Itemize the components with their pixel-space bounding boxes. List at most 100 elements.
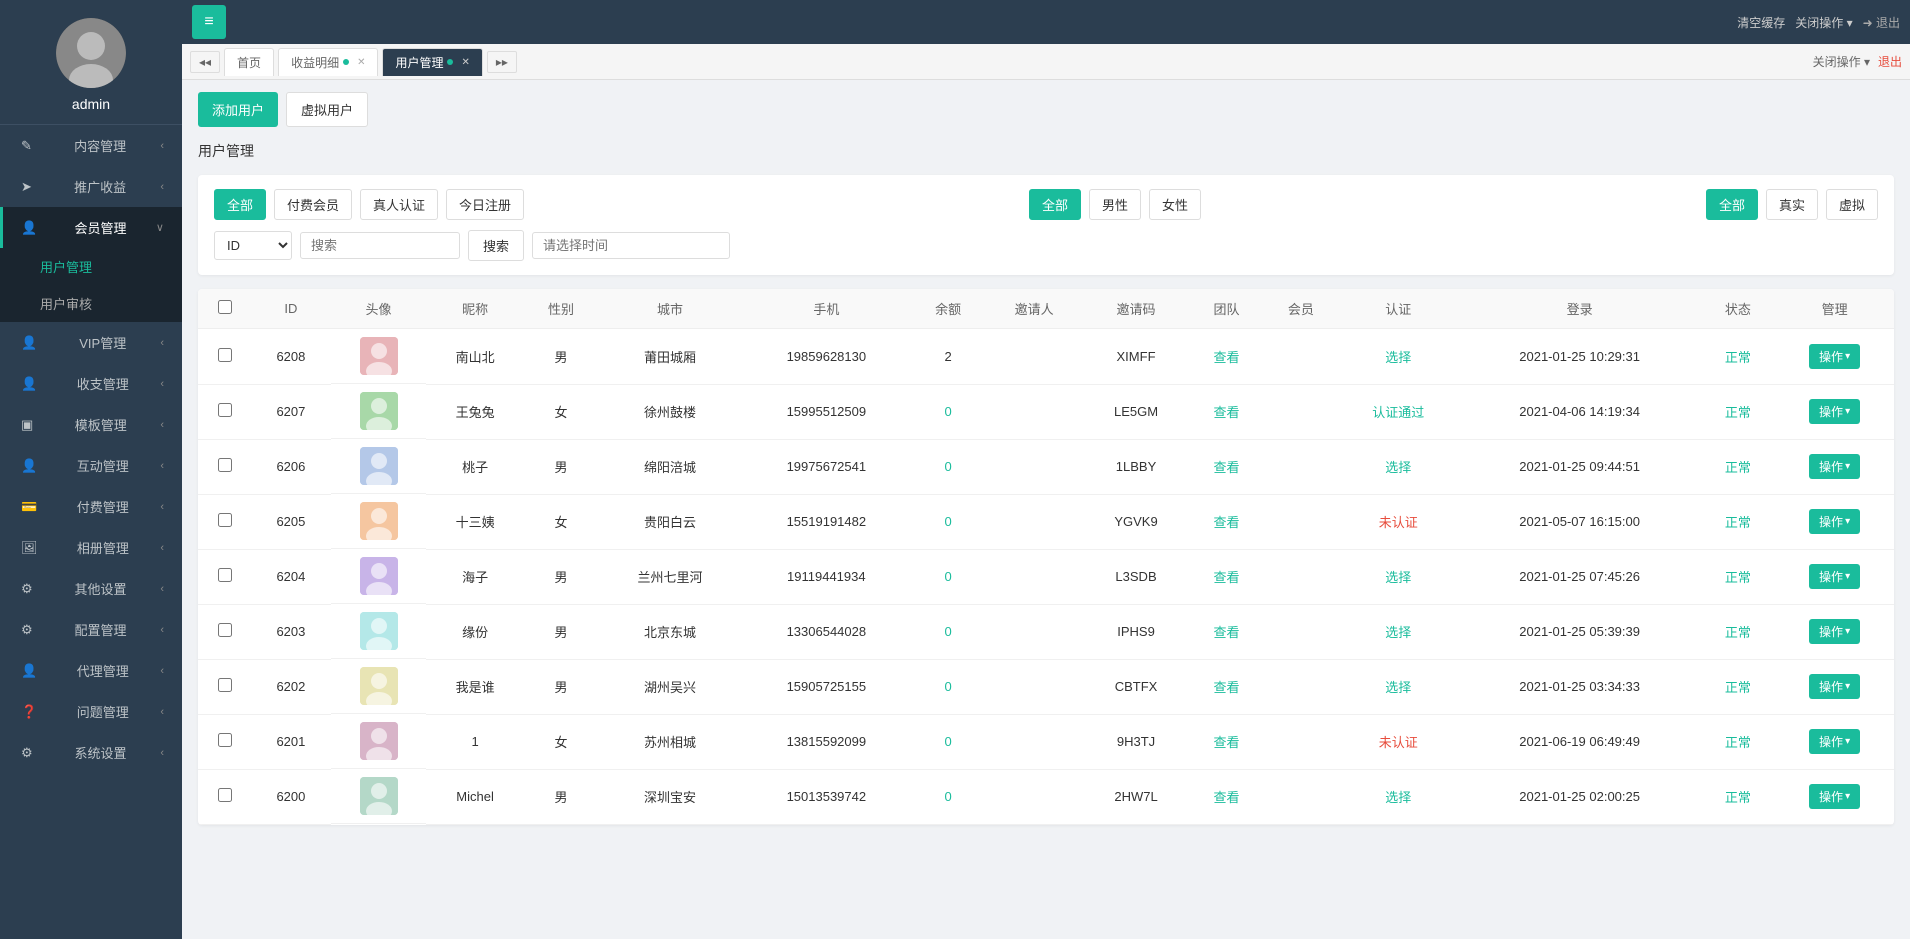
menu-toggle-button[interactable]: ≡ [192, 5, 226, 39]
op-button-6208[interactable]: 操作▾ [1809, 344, 1860, 369]
cell-gender-6207: 女 [524, 384, 598, 439]
tab-prev-button[interactable]: ◂◂ [190, 51, 220, 73]
tab-home[interactable]: 首页 [224, 48, 274, 76]
search-input[interactable] [300, 232, 460, 259]
team-view-6200[interactable]: 查看 [1213, 790, 1239, 805]
cert-select-6202[interactable]: 选择 [1385, 680, 1411, 695]
tab-income[interactable]: 收益明细 ✕ [278, 48, 378, 76]
tabbar-close-ops-button[interactable]: 关闭操作 ▾ [1813, 53, 1870, 70]
close-ops-button[interactable]: 关闭操作 ▾ [1795, 14, 1852, 31]
row-checkbox-6205[interactable] [218, 513, 232, 527]
sidebar-item-interact[interactable]: 👤 互动管理 ‹ [0, 445, 182, 486]
avatar [56, 18, 126, 88]
cell-team-6203: 查看 [1189, 604, 1263, 659]
row-checkbox-6200[interactable] [218, 788, 232, 802]
virtual-user-button[interactable]: 虚拟用户 [286, 92, 368, 127]
op-button-6204[interactable]: 操作▾ [1809, 564, 1860, 589]
row-checkbox-6206[interactable] [218, 458, 232, 472]
sidebar-item-finance[interactable]: 👤 收支管理 ‹ [0, 363, 182, 404]
op-button-6202[interactable]: 操作▾ [1809, 674, 1860, 699]
sidebar-item-agent[interactable]: 👤 代理管理 ‹ [0, 650, 182, 691]
tab-income-label: 收益明细 [291, 54, 339, 71]
tab-next-button[interactable]: ▸▸ [487, 51, 517, 73]
filter-male-btn[interactable]: 男性 [1089, 189, 1141, 220]
cert-select-6208[interactable]: 选择 [1385, 350, 1411, 365]
sidebar-item-content[interactable]: ✎ 内容管理 ‹ [0, 125, 182, 166]
op-button-6206[interactable]: 操作▾ [1809, 454, 1860, 479]
row-checkbox-6204[interactable] [218, 568, 232, 582]
sidebar-item-system[interactable]: ⚙ 系统设置 ‹ [0, 732, 182, 773]
team-view-6208[interactable]: 查看 [1213, 350, 1239, 365]
cell-cert-6203[interactable]: 选择 [1338, 604, 1458, 659]
team-view-6201[interactable]: 查看 [1213, 735, 1239, 750]
sidebar-item-payment[interactable]: 💳 付费管理 ‹ [0, 486, 182, 527]
op-button-6207[interactable]: 操作▾ [1809, 399, 1860, 424]
row-checkbox-6201[interactable] [218, 733, 232, 747]
tab-user-manage[interactable]: 用户管理 ✕ [382, 48, 482, 76]
exit-button[interactable]: ➜ 退出 [1863, 14, 1900, 31]
table-header-row: ID 头像 昵称 性别 城市 手机 余额 邀请人 邀请码 团队 会员 认证 登录… [198, 289, 1894, 329]
filter-virtual-btn[interactable]: 虚拟 [1826, 189, 1878, 220]
filter-all-btn[interactable]: 全部 [214, 189, 266, 220]
filter-female-btn[interactable]: 女性 [1149, 189, 1201, 220]
search-button[interactable]: 搜索 [468, 230, 524, 261]
cell-cert-6208[interactable]: 选择 [1338, 329, 1458, 385]
filter-paid-btn[interactable]: 付费会员 [274, 189, 352, 220]
cert-select-6206[interactable]: 选择 [1385, 460, 1411, 475]
filter-today-btn[interactable]: 今日注册 [446, 189, 524, 220]
team-view-6207[interactable]: 查看 [1213, 405, 1239, 420]
op-button-6203[interactable]: 操作▾ [1809, 619, 1860, 644]
sidebar-item-interact-icon: 👤 [21, 458, 37, 474]
cert-select-6204[interactable]: 选择 [1385, 570, 1411, 585]
cell-cert-6200[interactable]: 选择 [1338, 769, 1458, 824]
filter-gender-all-btn[interactable]: 全部 [1029, 189, 1081, 220]
team-view-6202[interactable]: 查看 [1213, 680, 1239, 695]
row-checkbox-6202[interactable] [218, 678, 232, 692]
sidebar-item-album[interactable]: 🖼 相册管理 ‹ [0, 527, 182, 568]
select-all-checkbox[interactable] [218, 300, 232, 314]
cert-select-6203[interactable]: 选择 [1385, 625, 1411, 640]
tabbar-exit-button[interactable]: 退出 [1878, 53, 1902, 70]
sidebar-item-member[interactable]: 👤 会员管理 ∨ [0, 207, 182, 248]
search-type-select[interactable]: ID 昵称 手机 邀请码 [214, 231, 292, 260]
cell-cert-6204[interactable]: 选择 [1338, 549, 1458, 604]
sidebar-item-user-audit[interactable]: 用户审核 [0, 285, 182, 322]
op-button-6201[interactable]: 操作▾ [1809, 729, 1860, 754]
th-status: 状态 [1701, 289, 1775, 329]
sidebar-item-other-icon: ⚙ [21, 581, 33, 597]
op-button-6205[interactable]: 操作▾ [1809, 509, 1860, 534]
sidebar-item-other[interactable]: ⚙ 其他设置 ‹ [0, 568, 182, 609]
cell-city-6200: 深圳宝安 [598, 769, 742, 824]
op-button-6200[interactable]: 操作▾ [1809, 784, 1860, 809]
team-view-6205[interactable]: 查看 [1213, 515, 1239, 530]
cell-phone-6208: 19859628130 [742, 329, 911, 385]
cell-city-6205: 贵阳白云 [598, 494, 742, 549]
cell-cert-6202[interactable]: 选择 [1338, 659, 1458, 714]
filter-real-btn[interactable]: 真实 [1766, 189, 1818, 220]
clear-cache-button[interactable]: 清空缓存 [1737, 14, 1785, 31]
team-view-6203[interactable]: 查看 [1213, 625, 1239, 640]
sidebar-item-user-manage[interactable]: 用户管理 [0, 248, 182, 285]
filter-real-auth-btn[interactable]: 真人认证 [360, 189, 438, 220]
team-view-6204[interactable]: 查看 [1213, 570, 1239, 585]
cell-gender-6201: 女 [524, 714, 598, 769]
row-checkbox-6203[interactable] [218, 623, 232, 637]
sidebar-item-vip[interactable]: 👤 VIP管理 ‹ [0, 322, 182, 363]
sidebar-item-qa-arrow: ‹ [160, 706, 164, 718]
date-picker[interactable] [532, 232, 730, 259]
sidebar-item-template[interactable]: ▣ 模板管理 ‹ [0, 404, 182, 445]
row-checkbox-6208[interactable] [218, 348, 232, 362]
cell-cert-6206[interactable]: 选择 [1338, 439, 1458, 494]
cert-select-6200[interactable]: 选择 [1385, 790, 1411, 805]
tab-user-manage-close-icon[interactable]: ✕ [461, 57, 469, 68]
sidebar-item-promotion[interactable]: ➤ 推广收益 ‹ [0, 166, 182, 207]
cell-member-6205 [1264, 494, 1338, 549]
tab-income-close-icon[interactable]: ✕ [357, 57, 365, 68]
filter-type-all-btn[interactable]: 全部 [1706, 189, 1758, 220]
row-checkbox-6207[interactable] [218, 403, 232, 417]
cell-phone-6204: 19119441934 [742, 549, 911, 604]
add-user-button[interactable]: 添加用户 [198, 92, 278, 127]
team-view-6206[interactable]: 查看 [1213, 460, 1239, 475]
sidebar-item-qa[interactable]: ❓ 问题管理 ‹ [0, 691, 182, 732]
sidebar-item-config[interactable]: ⚙ 配置管理 ‹ [0, 609, 182, 650]
